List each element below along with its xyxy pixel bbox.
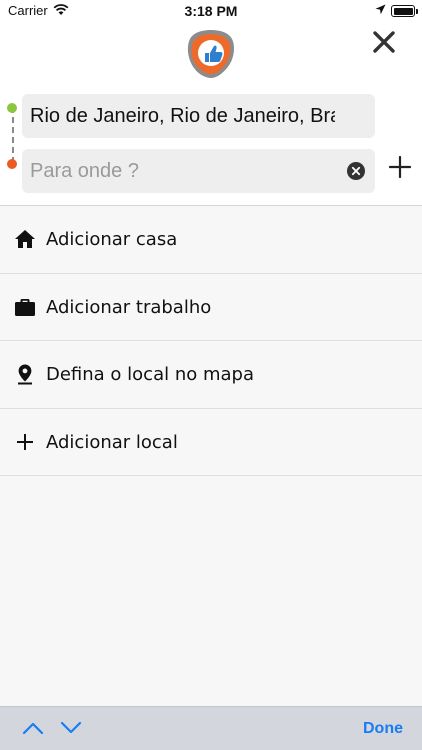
battery-icon [391, 5, 415, 17]
menu-item-label: Defina o local no mapa [46, 364, 254, 385]
briefcase-icon [15, 298, 35, 316]
origin-dot [7, 103, 17, 113]
menu-item-add-place[interactable]: Adicionar local [0, 409, 422, 476]
menu-item-add-home[interactable]: Adicionar casa [0, 206, 422, 274]
map-pin-icon [18, 364, 32, 385]
menu-item-label: Adicionar trabalho [46, 296, 212, 318]
origin-field[interactable]: Rio de Janeiro, Rio de Janeiro, Brasil [22, 94, 375, 138]
suggestions-list: Adicionar casa Adicionar trabalho Defina… [0, 206, 422, 476]
battery-tip [416, 9, 418, 14]
chevron-up-icon[interactable] [22, 720, 44, 736]
done-button[interactable]: Done [363, 707, 403, 750]
route-header: Rio de Janeiro, Rio de Janeiro, Brasil P… [0, 22, 422, 206]
origin-input[interactable]: Rio de Janeiro, Rio de Janeiro, Brasil [30, 94, 335, 138]
clear-icon[interactable] [347, 162, 365, 180]
home-icon [15, 230, 35, 248]
close-button[interactable] [369, 27, 399, 57]
destination-dot [7, 159, 17, 169]
destination-input[interactable]: Para onde ? [30, 149, 139, 193]
menu-item-label: Adicionar local [46, 431, 178, 453]
route-connector-line [12, 107, 14, 163]
keyboard-toolbar: Done [0, 706, 422, 750]
chevron-down-icon[interactable] [60, 720, 82, 736]
status-bar: Carrier 3:18 PM [0, 0, 422, 22]
menu-item-set-on-map[interactable]: Defina o local no mapa [0, 341, 422, 409]
plus-icon [17, 433, 33, 450]
status-time: 3:18 PM [184, 3, 238, 19]
menu-item-label: Adicionar casa [46, 229, 178, 250]
menu-item-add-work[interactable]: Adicionar trabalho [0, 274, 422, 341]
thumbs-up-shield-logo [187, 30, 235, 78]
location-arrow-icon [375, 4, 386, 15]
add-stop-button[interactable] [388, 155, 412, 179]
destination-field[interactable]: Para onde ? [22, 149, 375, 193]
